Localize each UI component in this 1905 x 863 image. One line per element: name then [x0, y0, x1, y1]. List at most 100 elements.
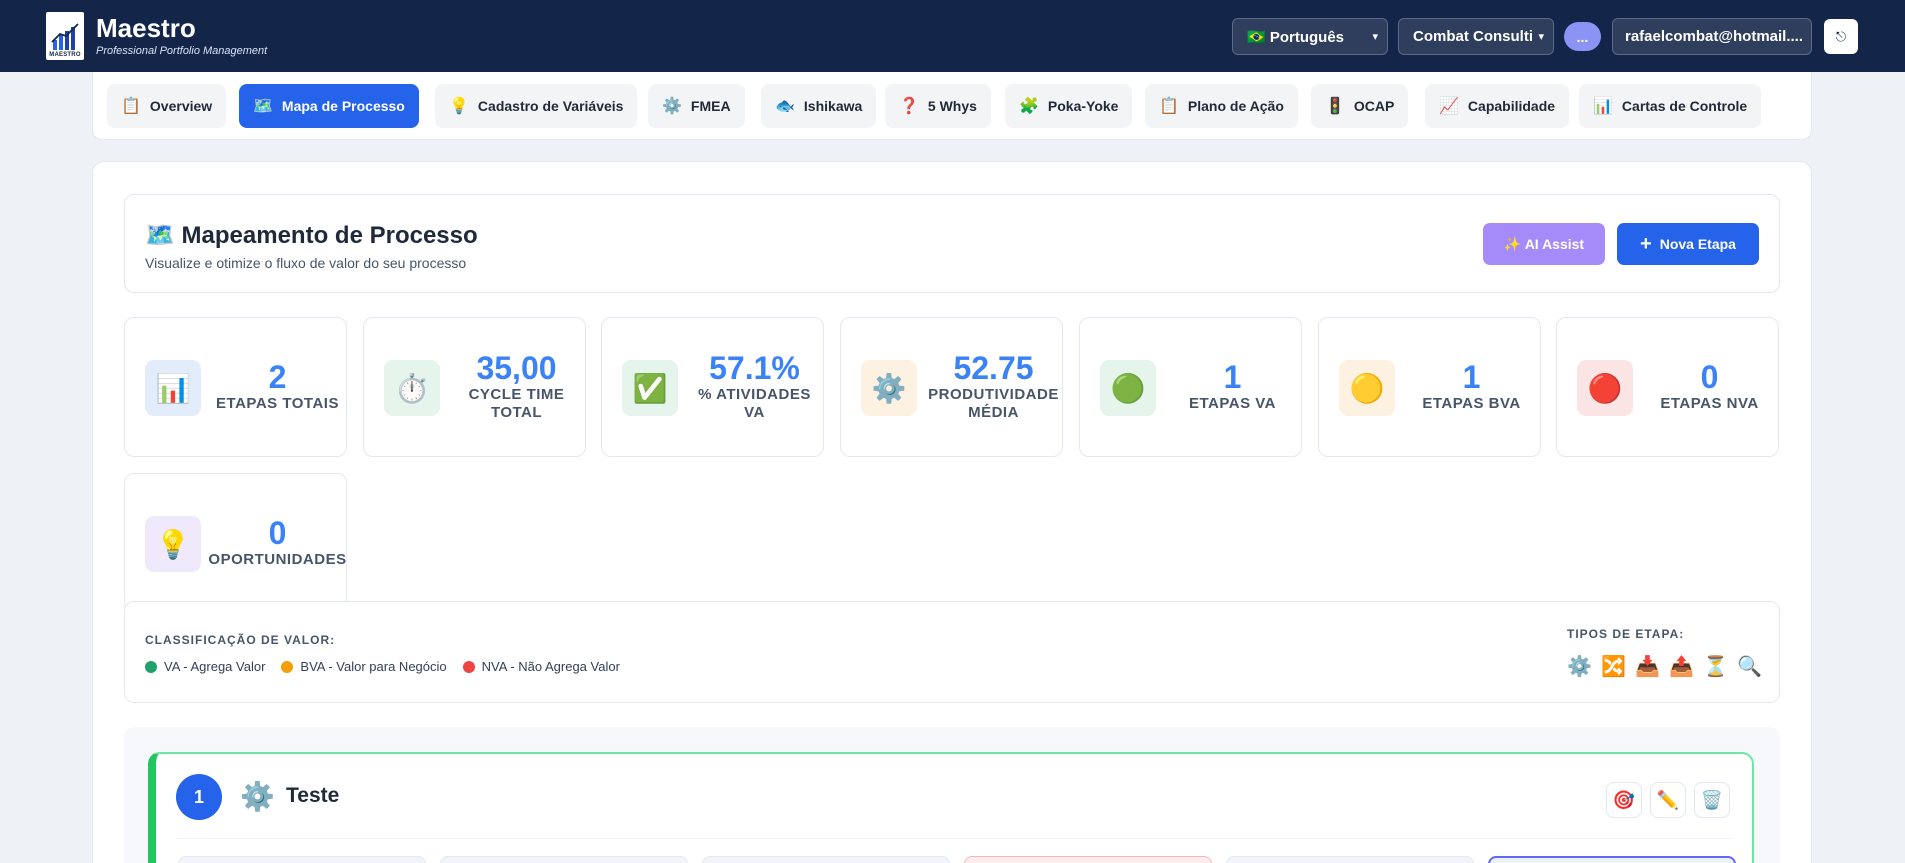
clipboard-icon: 📋 — [1159, 98, 1179, 115]
stat-card-total-steps: 📊 2 ETAPAS TOTAIS — [124, 317, 347, 457]
pencil-icon: ✏️ — [1656, 789, 1680, 810]
step-metric-box — [440, 856, 688, 863]
logout-icon: ⎋ — [1835, 28, 1847, 44]
tab-cadastro-de-variaveis[interactable]: 💡 Cadastro de Variáveis — [435, 84, 638, 128]
tab-poka-yoke[interactable]: 🧩 Poka-Yoke — [1005, 84, 1133, 128]
stat-card-bva-steps: 🟡 1 ETAPAS BVA — [1318, 317, 1541, 457]
tab-label: 5 Whys — [927, 98, 977, 114]
brand-name: Maestro — [96, 13, 196, 43]
process-header-card: 🗺️ Mapeamento de Processo Visualize e ot… — [124, 194, 1780, 293]
process-step-card[interactable]: 1 ⚙️ Teste 🎯 ✏️ 🗑️ — [148, 752, 1754, 863]
legend-item-va: VA - Agrega Valor — [145, 659, 265, 674]
legend-label: VA - Agrega Valor — [164, 659, 266, 674]
stat-label: ETAPAS NVA — [1660, 394, 1759, 412]
stat-label: ETAPAS BVA — [1422, 394, 1521, 412]
user-email[interactable]: rafaelcombat@hotmail.... — [1612, 18, 1812, 55]
tab-label: Cadastro de Variáveis — [477, 98, 624, 114]
target-icon: 🎯 — [1612, 789, 1636, 810]
tab-mapa-de-processo[interactable]: 🗺️ Mapa de Processo — [239, 84, 419, 128]
traffic-light-icon: 🚦 — [1325, 98, 1345, 115]
tab-ishikawa[interactable]: 🐟 Ishikawa — [761, 84, 877, 128]
puzzle-icon: 🧩 — [1019, 98, 1039, 115]
tab-label: Ishikawa — [803, 98, 863, 114]
edit-step-button[interactable]: ✏️ — [1650, 782, 1686, 818]
nva-dot-icon — [462, 660, 475, 673]
gear-icon: ⚙️ — [861, 360, 917, 416]
legend-label: NVA - Não Agrega Valor — [481, 659, 620, 674]
fish-icon: 🐟 — [775, 98, 795, 115]
tab-capabilidade[interactable]: 📈 Capabilidade — [1425, 84, 1570, 128]
stat-value: 52.75 — [953, 350, 1034, 387]
gear-icon: ⚙️ — [240, 781, 275, 812]
stat-card-opportunities: 💡 0 OPORTUNIDADES — [124, 473, 347, 613]
stat-value: 57.1% — [709, 350, 800, 387]
tab-label: Overview — [149, 98, 213, 114]
tab-ocap[interactable]: 🚦 OCAP — [1311, 84, 1409, 128]
tab-label: Plano de Ação — [1187, 98, 1284, 114]
tab-cartas-de-controle[interactable]: 📊 Cartas de Controle — [1579, 84, 1762, 128]
stat-card-productivity: ⚙️ 52.75 PRODUTIVIDADE MÉDIA — [840, 317, 1063, 457]
module-tabs: 📋 Overview 🗺️ Mapa de Processo 💡 Cadastro d… — [92, 72, 1812, 140]
operation-gear-icon: ⚙️ — [1567, 656, 1592, 678]
stat-value: 0 — [268, 515, 287, 552]
green-circle-icon: 🟢 — [1100, 360, 1156, 416]
stat-card-nva-steps: 🔴 0 ETAPAS NVA — [1556, 317, 1779, 457]
stat-label: OPORTUNIDADES — [208, 550, 347, 568]
step-metric-box — [964, 856, 1212, 863]
logout-button[interactable]: ⎋ — [1824, 19, 1858, 54]
new-step-label: Nova Etapa — [1659, 236, 1736, 252]
map-icon: 🗺️ — [253, 98, 273, 115]
bva-dot-icon — [281, 660, 294, 673]
trash-icon: 🗑️ — [1700, 789, 1724, 810]
page-subtitle: Visualize e otimize o fluxo de valor do … — [145, 255, 467, 271]
stat-card-va-activities: ✅ 57.1% % ATIVIDADES VA — [601, 317, 824, 457]
step-title: Teste — [286, 784, 340, 807]
tab-label: Mapa de Processo — [281, 98, 405, 114]
delete-step-button[interactable]: 🗑️ — [1694, 782, 1730, 818]
top-header: MAESTRO Maestro Professional Portfolio M… — [0, 0, 1905, 72]
new-step-button[interactable]: + Nova Etapa — [1617, 223, 1759, 265]
step-types: ⚙️ 🔀 📥 📤 ⏳ 🔍 — [1567, 654, 1771, 679]
language-select[interactable]: 🇧🇷 Português ▾ — [1232, 18, 1388, 55]
stat-card-cycle-time: ⏱️ 35,00 CYCLE TIME TOTAL — [363, 317, 586, 457]
more-button[interactable]: ... — [1564, 22, 1601, 51]
chevron-down-icon: ▾ — [1538, 31, 1544, 43]
question-icon: ❓ — [899, 98, 919, 115]
outbox-icon: 📤 — [1669, 656, 1694, 678]
opportunity-target-button[interactable]: 🎯 — [1606, 782, 1642, 818]
legend-item-bva: BVA - Valor para Negócio — [281, 659, 447, 674]
tab-plano-de-acao[interactable]: 📋 Plano de Ação — [1145, 84, 1298, 128]
stat-value: 35,00 — [476, 350, 557, 387]
page-title: 🗺️ Mapeamento de Processo — [145, 222, 478, 249]
bar-chart-icon: 📊 — [1593, 98, 1613, 115]
language-value: 🇧🇷 Português — [1247, 28, 1345, 46]
tab-label: Capabilidade — [1467, 98, 1556, 114]
inbox-icon: 📥 — [1635, 656, 1660, 678]
ai-assist-button[interactable]: ✨ AI Assist — [1483, 223, 1605, 265]
legend-item-nva: NVA - Não Agrega Valor — [462, 659, 620, 674]
stat-value: 1 — [1223, 359, 1242, 396]
stat-label: CYCLE TIME TOTAL — [468, 385, 565, 421]
inspection-magnifier-icon: 🔍 — [1737, 656, 1762, 678]
legend-label: BVA - Valor para Negócio — [300, 659, 447, 674]
trend-chart-icon: 📈 — [1439, 98, 1459, 115]
check-icon: ✅ — [622, 360, 678, 416]
decision-shuffle-icon: 🔀 — [1601, 656, 1626, 678]
tab-label: OCAP — [1353, 98, 1395, 114]
tab-5-whys[interactable]: ❓ 5 Whys — [885, 84, 991, 128]
chevron-down-icon: ▾ — [1372, 31, 1378, 43]
chart-logo-icon — [51, 23, 79, 50]
step-metric-box — [178, 856, 426, 863]
company-select[interactable]: Combat Consulti ▾ — [1398, 18, 1554, 55]
va-dot-icon — [145, 660, 157, 673]
tab-label: Cartas de Controle — [1621, 98, 1748, 114]
tab-fmea[interactable]: ⚙️ FMEA — [648, 84, 745, 128]
tab-overview[interactable]: 📋 Overview — [107, 84, 227, 128]
gear-icon: ⚙️ — [662, 98, 682, 115]
yellow-circle-icon: 🟡 — [1339, 360, 1395, 416]
stat-card-va-steps: 🟢 1 ETAPAS VA — [1079, 317, 1302, 457]
stat-value: 2 — [268, 359, 287, 396]
stat-label: PRODUTIVIDADE MÉDIA — [928, 385, 1059, 421]
stat-label: % ATIVIDADES VA — [698, 385, 811, 421]
stat-value: 1 — [1462, 359, 1481, 396]
